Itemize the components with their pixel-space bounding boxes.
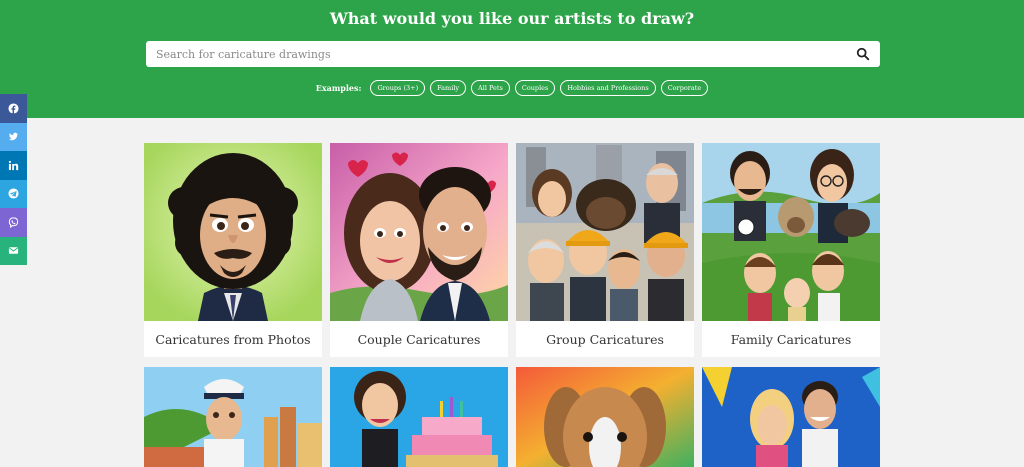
chip-couples[interactable]: Couples xyxy=(514,80,556,96)
chip-family[interactable]: Family xyxy=(430,80,467,96)
caricature-image xyxy=(144,367,322,467)
examples-label: Examples: xyxy=(315,83,362,93)
linkedin-icon xyxy=(8,156,19,175)
chip-all-pets[interactable]: All Pets xyxy=(471,80,510,96)
chip-hobbies-professions[interactable]: Hobbies and Professions xyxy=(560,80,656,96)
category-card-photos[interactable]: Caricatures from Photos xyxy=(144,143,322,357)
card-caption: Group Caricatures xyxy=(546,331,664,347)
linkedin-share-button[interactable] xyxy=(0,151,27,180)
email-share-button[interactable] xyxy=(0,236,27,265)
page-title: What would you like our artists to draw? xyxy=(329,9,695,28)
viber-icon xyxy=(8,213,19,232)
category-card-professions[interactable] xyxy=(144,367,322,467)
search-bar xyxy=(146,41,880,67)
hero-banner: What would you like our artists to draw?… xyxy=(0,0,1024,118)
caricature-image xyxy=(702,143,880,321)
caricature-image xyxy=(330,143,508,321)
search-input[interactable] xyxy=(146,41,846,67)
caricature-image xyxy=(144,143,322,321)
twitter-icon xyxy=(8,127,19,146)
card-caption: Caricatures from Photos xyxy=(155,331,311,347)
caricature-image xyxy=(702,367,880,467)
examples-row: Examples: Groups (3+) Family All Pets Co… xyxy=(0,80,1024,96)
card-caption: Family Caricatures xyxy=(730,331,852,347)
category-card-pets[interactable] xyxy=(516,367,694,467)
caricature-image xyxy=(330,367,508,467)
caricature-image xyxy=(516,367,694,467)
category-card-family[interactable]: Family Caricatures xyxy=(702,143,880,357)
viber-share-button[interactable] xyxy=(0,208,27,237)
category-card-vacation[interactable] xyxy=(702,367,880,467)
social-share-bar xyxy=(0,94,27,265)
caricature-image xyxy=(516,143,694,321)
facebook-share-button[interactable] xyxy=(0,94,27,123)
category-card-birthday[interactable] xyxy=(330,367,508,467)
facebook-icon xyxy=(8,99,19,118)
category-card-groups[interactable]: Group Caricatures xyxy=(516,143,694,357)
card-caption: Couple Caricatures xyxy=(357,331,481,347)
twitter-share-button[interactable] xyxy=(0,122,27,151)
category-card-couples[interactable]: Couple Caricatures xyxy=(330,143,508,357)
search-icon[interactable] xyxy=(856,46,872,62)
telegram-share-button[interactable] xyxy=(0,179,27,208)
chip-groups[interactable]: Groups (3+) xyxy=(370,80,426,96)
telegram-icon xyxy=(8,184,19,203)
email-icon xyxy=(8,241,19,260)
chip-corporate[interactable]: Corporate xyxy=(660,80,709,96)
